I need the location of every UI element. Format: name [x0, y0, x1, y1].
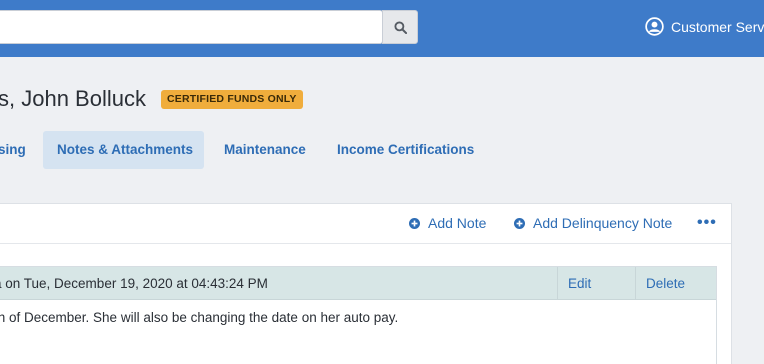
note-item: a on Tue, December 19, 2020 at 04:43:24 … [0, 266, 717, 364]
add-note-button[interactable]: Add Note [409, 215, 486, 231]
user-menu-label: Customer Serv [671, 18, 764, 35]
delete-note-link[interactable]: Delete [635, 267, 718, 300]
certified-funds-badge: CERTIFIED FUNDS ONLY [161, 90, 303, 109]
note-body: th of December. She will also be changin… [0, 310, 399, 325]
tab-housing[interactable]: sing [0, 131, 28, 169]
search-input[interactable] [0, 10, 383, 44]
tab-maintenance[interactable]: Maintenance [224, 131, 306, 169]
add-note-label: Add Note [428, 215, 487, 231]
tab-income-certifications[interactable]: Income Certifications [337, 131, 474, 169]
top-navbar: Customer Serv [0, 0, 764, 57]
plus-circle-icon [409, 217, 420, 229]
notes-toolbar: Add Note Add Delinquency Note ••• [0, 204, 731, 244]
user-circle-icon [645, 17, 664, 36]
search-icon [393, 20, 407, 34]
more-options-button[interactable]: ••• [697, 214, 717, 232]
add-delinquency-note-button[interactable]: Add Delinquency Note [514, 215, 672, 231]
edit-note-link[interactable]: Edit [557, 267, 635, 300]
resident-name: s, John Bolluck [0, 86, 146, 111]
note-meta: a on Tue, December 19, 2020 at 04:43:24 … [0, 276, 268, 291]
plus-circle-icon [514, 217, 525, 229]
tab-notes-attachments[interactable]: Notes & Attachments [43, 131, 204, 169]
notes-card: Add Note Add Delinquency Note ••• a on T… [0, 203, 732, 364]
note-header: a on Tue, December 19, 2020 at 04:43:24 … [0, 267, 716, 300]
search-button[interactable] [382, 10, 418, 44]
add-delinquency-note-label: Add Delinquency Note [533, 215, 673, 231]
user-menu[interactable]: Customer Serv [645, 17, 764, 36]
